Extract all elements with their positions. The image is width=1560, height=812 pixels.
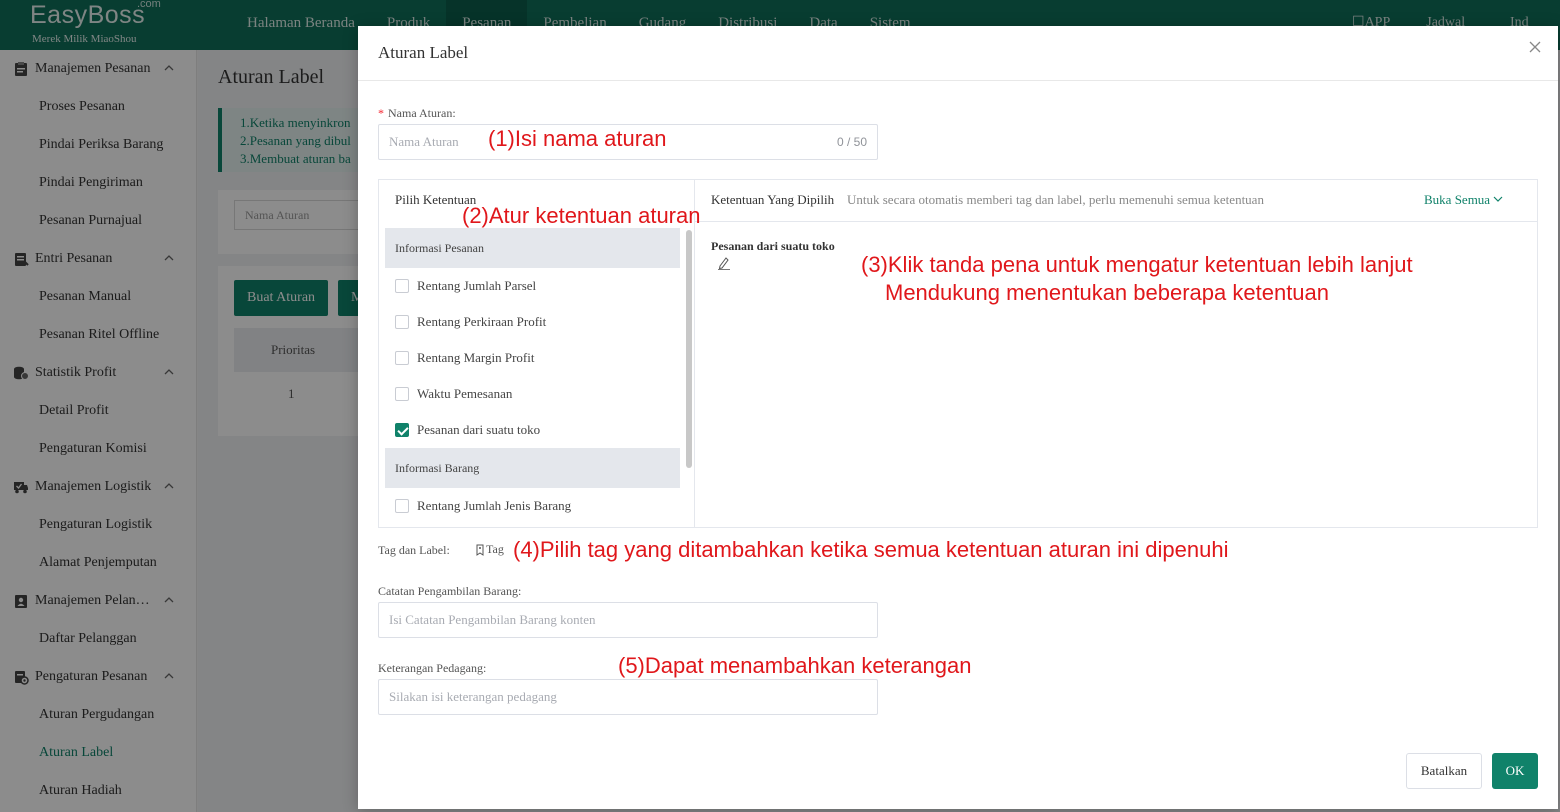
condition-label: Rentang Jumlah Parsel	[417, 278, 537, 293]
merchant-note-input[interactable]: Silakan isi keterangan pedagang	[378, 679, 878, 715]
annotation-5: (5)Dapat menambahkan keterangan	[618, 653, 972, 678]
condition-label: Rentang Perkiraan Profit	[417, 314, 547, 329]
close-icon[interactable]	[1526, 38, 1544, 56]
annotation-2: (2)Atur ketentuan aturan	[462, 203, 701, 228]
selected-conditions-description: Untuk secara otomatis memberi tag dan la…	[847, 192, 1264, 207]
merchant-note-placeholder: Silakan isi keterangan pedagang	[389, 689, 557, 704]
annotation-3-line2: Mendukung menentukan beberapa ketentuan	[885, 280, 1330, 305]
checkbox[interactable]	[395, 351, 409, 365]
condition-scrollbar[interactable]	[686, 230, 692, 468]
label-rule-dialog: Aturan Label * Nama Aturan: Nama Aturan 0…	[358, 26, 1558, 809]
condition-picker: Pilih Ketentuan Informasi Pesanan Rentan…	[379, 180, 695, 527]
condition-group-item-info: Informasi Barang	[385, 448, 680, 488]
ok-button[interactable]: OK	[1492, 753, 1538, 789]
expand-all-link[interactable]: Buka Semua	[1424, 192, 1504, 208]
add-tag-button[interactable]: Tag	[474, 542, 504, 557]
condition-item-type-range[interactable]: Rentang Jumlah Jenis Barang	[395, 496, 571, 516]
checkbox[interactable]	[395, 499, 409, 513]
condition-margin-range[interactable]: Rentang Margin Profit	[395, 348, 534, 368]
selected-conditions-title: Ketentuan Yang Dipilih	[711, 192, 835, 207]
annotation-1: (1)Isi nama aturan	[488, 126, 667, 151]
condition-group-order-info: Informasi Pesanan	[385, 228, 680, 268]
char-counter: 0 / 50	[836, 135, 867, 149]
checkbox-checked[interactable]	[395, 423, 409, 437]
expand-all-label: Buka Semua	[1424, 192, 1491, 207]
condition-label: Rentang Jumlah Jenis Barang	[417, 498, 572, 513]
tag-icon	[476, 544, 484, 556]
rule-name-label: * Nama Aturan:	[378, 106, 456, 120]
checkbox[interactable]	[395, 387, 409, 401]
dialog-title: Aturan Label	[378, 43, 469, 62]
condition-order-time[interactable]: Waktu Pemesanan	[395, 384, 512, 404]
rule-name-placeholder: Nama Aturan	[389, 134, 459, 149]
condition-store-order[interactable]: Pesanan dari suatu toko	[395, 420, 540, 440]
checkbox[interactable]	[395, 279, 409, 293]
rule-name-label-text: Nama Aturan:	[388, 106, 456, 120]
pick-note-input[interactable]: Isi Catatan Pengambilan Barang konten	[378, 602, 878, 638]
annotation-3-line1: (3)Klik tanda pena untuk mengatur ketent…	[861, 252, 1413, 277]
selected-conditions-header: Ketentuan Yang Dipilih Untuk secara otom…	[695, 180, 1537, 222]
tag-label: Tag dan Label:	[378, 543, 450, 557]
selected-condition-store: Pesanan dari suatu toko	[711, 239, 835, 253]
condition-parcel-range[interactable]: Rentang Jumlah Parsel	[395, 276, 536, 296]
tag-button-label: Tag	[486, 542, 504, 556]
condition-label: Pesanan dari suatu toko	[417, 422, 541, 437]
condition-label: Waktu Pemesanan	[417, 386, 513, 401]
chevron-down-icon	[1493, 196, 1503, 202]
pick-note-label: Catatan Pengambilan Barang:	[378, 584, 522, 598]
annotation-4: (4)Pilih tag yang ditambahkan ketika sem…	[513, 537, 1229, 562]
merchant-note-label: Keterangan Pedagang:	[378, 661, 487, 675]
condition-profit-range[interactable]: Rentang Perkiraan Profit	[395, 312, 546, 332]
pick-note-placeholder: Isi Catatan Pengambilan Barang konten	[389, 612, 596, 627]
checkbox[interactable]	[395, 315, 409, 329]
dialog-header: Aturan Label	[358, 26, 1558, 81]
conditions-panel: Pilih Ketentuan Informasi Pesanan Rentan…	[378, 179, 1538, 528]
condition-label: Rentang Margin Profit	[417, 350, 535, 365]
cancel-button[interactable]: Batalkan	[1406, 753, 1482, 789]
pen-icon[interactable]	[717, 256, 731, 270]
